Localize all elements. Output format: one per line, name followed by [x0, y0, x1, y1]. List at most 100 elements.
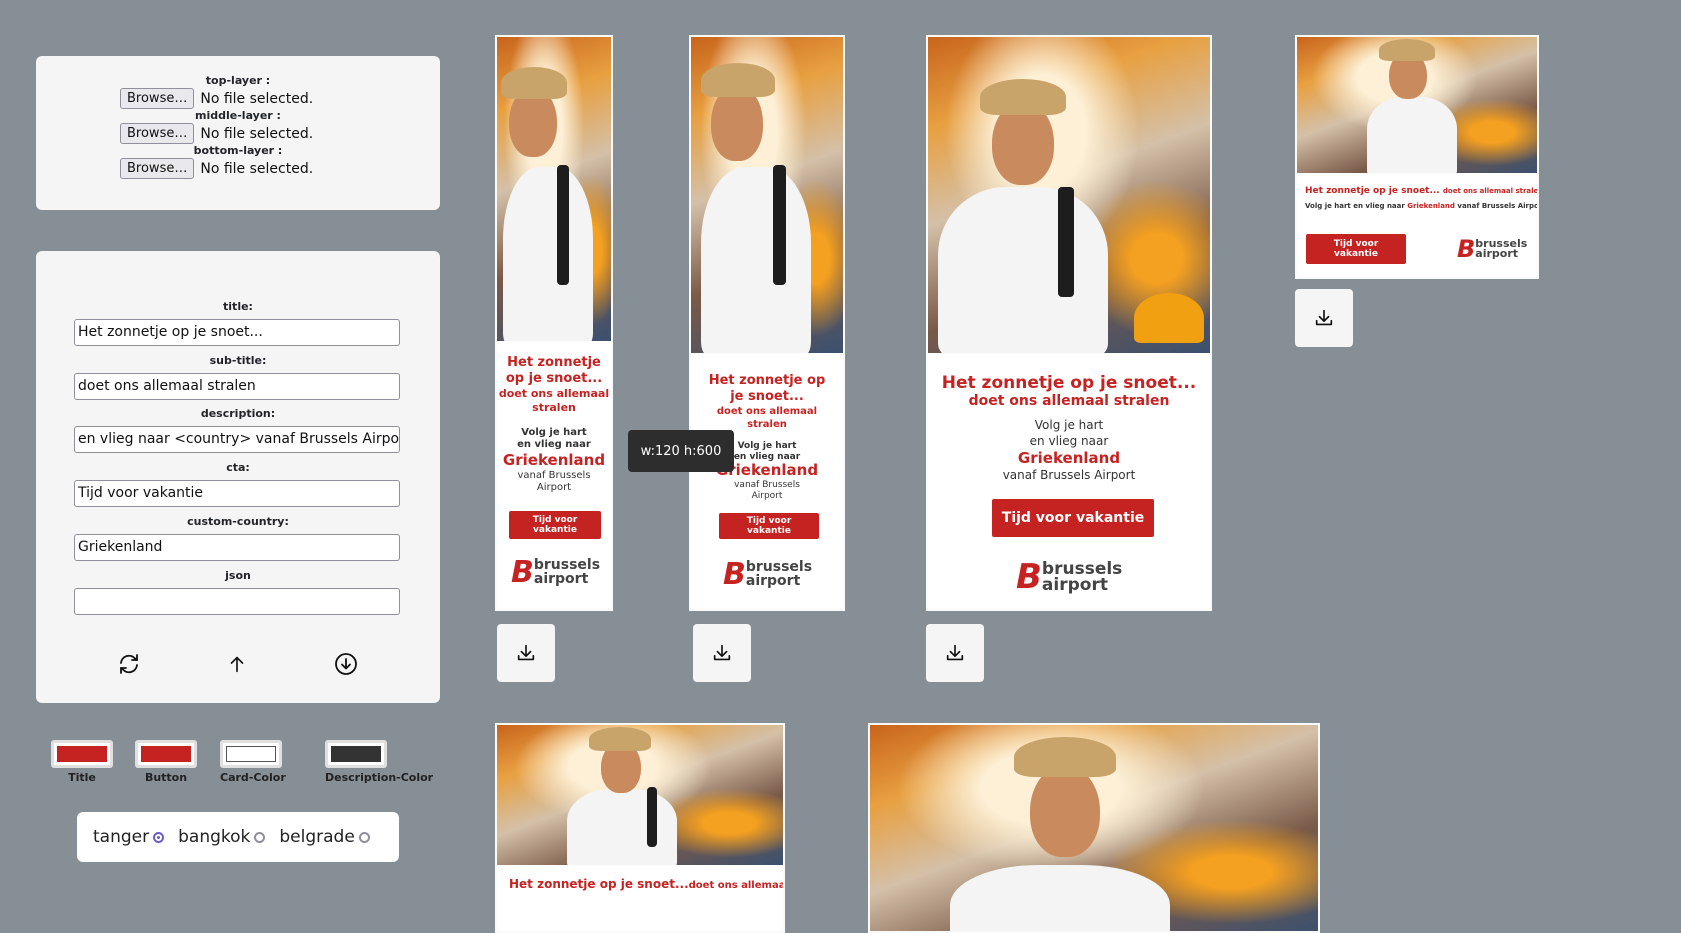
banner-from-line1: vanaf Brussels [517, 470, 591, 481]
banner-cta-button[interactable]: Tijd voor vakantie [509, 511, 601, 539]
banner-subtitle-line1: doet ons allemaal [716, 406, 818, 417]
description-color-label: Description-Color [325, 771, 434, 784]
banner-title-line2: je snoet... [730, 389, 804, 404]
description-input[interactable]: en vlieg naar <country> vanaf Brussels A… [74, 426, 400, 453]
theme-option-belgrade[interactable]: belgrade [279, 827, 370, 847]
top-layer-file-input[interactable]: Browse… No file selected. [120, 88, 313, 109]
banner-cta-button[interactable]: Tijd voor vakantie [992, 499, 1154, 537]
banner-title: Het zonnetje op je snoet... [941, 373, 1197, 393]
banner-cta-line1: Tijd voor [746, 516, 792, 526]
banner-300x250: Het zonnetje op je snoet...doet ons alle… [495, 723, 785, 933]
banner-from: vanaf Brussels Airport [1002, 468, 1136, 482]
banner-subtitle: doet ons allemaal stralen [968, 393, 1170, 409]
banner-photo [870, 725, 1318, 931]
description-color-fill [331, 746, 381, 762]
download-circle-icon[interactable] [333, 651, 359, 677]
banner-large [868, 723, 1320, 933]
banner-300x600: Het zonnetje op je snoet... doet ons all… [926, 35, 1212, 611]
radio-bangkok[interactable] [254, 831, 266, 843]
download-160x600-button[interactable] [693, 624, 751, 682]
top-layer-file-status: No file selected. [200, 90, 314, 107]
json-input[interactable] [74, 588, 400, 615]
banner-desc-inline: Volg je hart en vlieg naar Griekenland v… [1305, 202, 1539, 210]
country-label: custom-country: [187, 515, 289, 528]
radio-tanger[interactable] [153, 831, 165, 843]
banner-desc-line1: Volg je hart [521, 427, 587, 438]
bottom-layer-row: bottom-layer : [36, 144, 440, 157]
banner-250x250: Het zonnetje op je snoet... doet ons all… [1295, 35, 1539, 279]
banner-from-line1: vanaf Brussels [734, 480, 800, 490]
subtitle-input[interactable]: doet ons allemaal stralen [74, 373, 400, 400]
banner-from-line2: Airport [751, 491, 783, 501]
description-label: description: [200, 407, 276, 420]
content-form-panel: title: Het zonnetje op je snoet... sub-t… [36, 251, 440, 703]
button-color-picker[interactable]: Button [135, 740, 197, 784]
banner-cta-line2: vakantie [747, 526, 791, 536]
title-color-picker[interactable]: Title [51, 740, 113, 784]
banner-desc-line2: en vlieg naar [1029, 434, 1109, 448]
banner-photo [928, 37, 1210, 353]
banner-subtitle-line2: stralen [532, 401, 576, 414]
brussels-airport-logo: B brussels airport [511, 555, 601, 590]
bottom-layer-file-input[interactable]: Browse… No file selected. [120, 158, 313, 179]
download-icon [946, 644, 964, 661]
cta-label: cta: [226, 461, 250, 474]
banner-desc-line1: Volg je hart [1034, 418, 1104, 432]
theme-option-tanger[interactable]: tanger [93, 827, 165, 847]
top-layer-row: top-layer : [36, 74, 440, 87]
bottom-layer-label: bottom-layer : [193, 144, 283, 157]
radio-belgrade[interactable] [358, 831, 370, 843]
theme-option-bangkok[interactable]: bangkok [178, 827, 266, 847]
banner-country: Griekenland [502, 451, 606, 469]
banner-photo [497, 725, 783, 865]
download-120x600-button[interactable] [497, 624, 555, 682]
banner-cta-line1: Tijd voor [532, 515, 578, 525]
title-input[interactable]: Het zonnetje op je snoet... [74, 319, 400, 346]
brussels-airport-logo: B brussels airport [1457, 235, 1528, 263]
card-color-picker[interactable]: Card-Color [220, 740, 286, 784]
title-color-fill [57, 746, 107, 762]
theme-selector: tanger bangkok belgrade [77, 812, 399, 862]
banner-desc-line2: en vlieg naar [517, 439, 591, 450]
banner-title: Het zonnetje op je snoet...doet ons alle… [509, 877, 785, 891]
download-icon [517, 644, 535, 661]
brussels-airport-logo: B brussels airport [723, 557, 813, 592]
bottom-layer-file-status: No file selected. [200, 160, 314, 177]
banner-120x600: Het zonnetje op je snoet... doet ons all… [495, 35, 613, 611]
banner-title: Het zonnetje op je snoet... doet ons all… [1305, 186, 1539, 196]
banner-cta-line2: vakantie [533, 525, 577, 535]
title-color-label: Title [68, 771, 96, 784]
bottom-layer-browse-button[interactable]: Browse… [120, 158, 195, 179]
button-color-fill [141, 746, 191, 762]
top-layer-label: top-layer : [205, 74, 271, 87]
download-icon [1315, 309, 1333, 326]
subtitle-label: sub-title: [209, 354, 267, 367]
download-250x250-button[interactable] [1295, 289, 1353, 347]
middle-layer-file-input[interactable]: Browse… No file selected. [120, 123, 313, 144]
banner-subtitle-line1: doet ons allemaal [498, 387, 610, 400]
theme-option-label: tanger [93, 827, 150, 847]
title-label: title: [223, 300, 253, 313]
brussels-airport-logo: B brussels airport [1016, 557, 1123, 597]
banner-cta-button[interactable]: Tijd voor vakantie [719, 513, 819, 539]
download-300x600-button[interactable] [926, 624, 984, 682]
banner-cta-button[interactable]: Tijd voor vakantie [1306, 234, 1406, 264]
middle-layer-row: middle-layer : [36, 109, 440, 122]
card-color-label: Card-Color [220, 771, 286, 784]
country-input[interactable]: Griekenland [74, 534, 400, 561]
banner-photo [1297, 37, 1537, 173]
banner-title-line2: op je snoet... [505, 371, 603, 386]
layer-upload-panel: top-layer : Browse… No file selected. mi… [36, 56, 440, 210]
banner-cta-line2: vakantie [1334, 249, 1378, 259]
middle-layer-browse-button[interactable]: Browse… [120, 123, 195, 144]
upload-arrow-icon[interactable] [224, 651, 250, 677]
theme-option-label: belgrade [279, 827, 355, 847]
middle-layer-label: middle-layer : [195, 109, 281, 122]
refresh-icon[interactable] [116, 651, 142, 677]
top-layer-browse-button[interactable]: Browse… [120, 88, 195, 109]
description-color-picker[interactable]: Description-Color [325, 740, 434, 784]
cta-input[interactable]: Tijd voor vakantie [74, 480, 400, 507]
banner-title-line1: Het zonnetje [507, 355, 601, 370]
banner-from-line2: Airport [536, 482, 572, 493]
banner-photo [691, 37, 843, 353]
